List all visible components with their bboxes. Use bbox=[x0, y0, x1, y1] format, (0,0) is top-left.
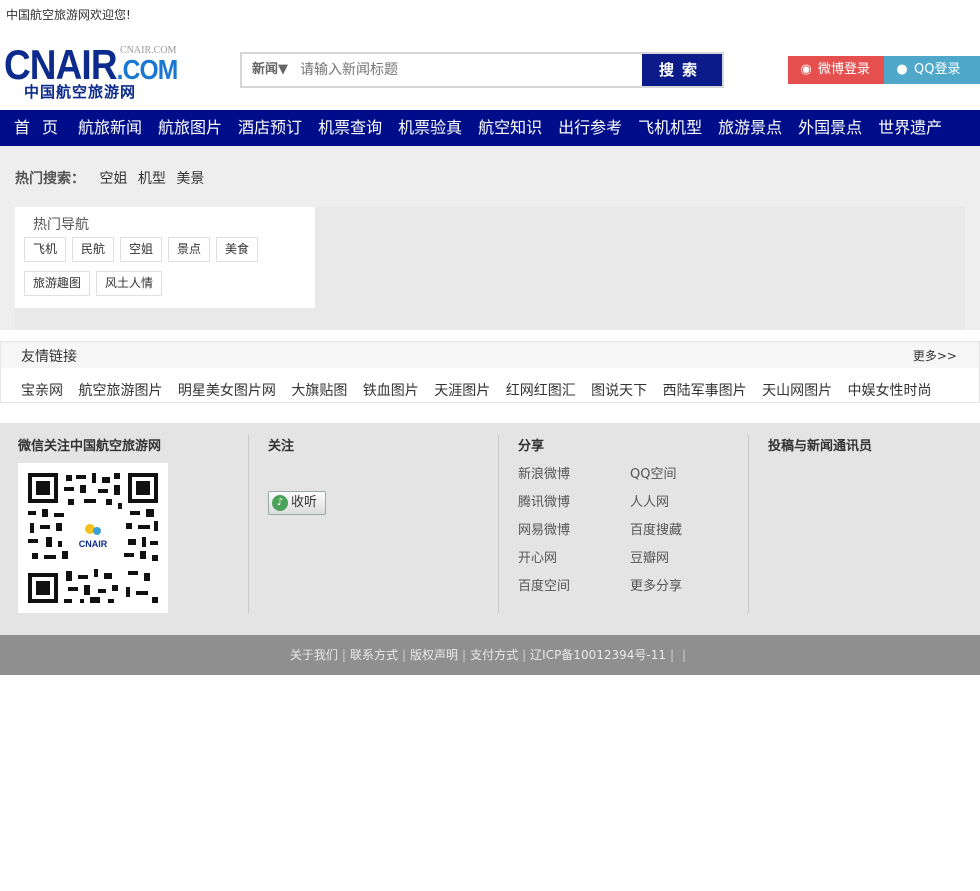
share-link-more[interactable]: 更多分享 bbox=[630, 575, 682, 594]
share-link-douban[interactable]: 豆瓣网 bbox=[630, 547, 669, 566]
share-link-baidu-bookmark[interactable]: 百度搜藏 bbox=[630, 519, 682, 538]
footer: 微信关注中国航空旅游网 CNAIR 关注 ♪ 收听 分享 新浪微博 QQ空间 腾… bbox=[0, 423, 980, 635]
nav-item-world-heritage[interactable]: 世界遗产 bbox=[870, 110, 950, 146]
bottom-separator: | bbox=[462, 648, 467, 662]
logo-small: CNAIR.COM bbox=[120, 45, 177, 56]
footer-divider bbox=[498, 435, 499, 613]
follow-title: 关注 bbox=[268, 439, 295, 454]
hot-nav-tag[interactable]: 飞机 bbox=[24, 237, 67, 262]
weibo-icon: ◉ bbox=[800, 62, 812, 77]
friend-link[interactable]: 中娱女性时尚 bbox=[848, 383, 932, 399]
wechat-qr-code: CNAIR bbox=[18, 463, 168, 613]
search-button[interactable]: 搜索 bbox=[642, 54, 722, 86]
friend-link[interactable]: 宝亲网 bbox=[21, 383, 63, 399]
friend-link[interactable]: 天涯图片 bbox=[434, 383, 490, 399]
hot-nav-tag[interactable]: 民航 bbox=[72, 237, 115, 262]
hot-nav-tag[interactable]: 风土人情 bbox=[96, 271, 163, 296]
footer-share: 分享 新浪微博 QQ空间 腾讯微博 人人网 网易微博 百度搜藏 开心网 豆瓣网 … bbox=[518, 435, 738, 613]
friend-links-header: 友情链接 更多>> bbox=[1, 342, 979, 368]
share-link-renren[interactable]: 人人网 bbox=[630, 491, 669, 510]
footer-divider bbox=[248, 435, 249, 613]
share-title: 分享 bbox=[518, 439, 545, 454]
bottom-bar: 关于我们 | 联系方式 | 版权声明 | 支付方式 | 辽ICP备10012394号-11 | | bbox=[0, 635, 980, 675]
listen-icon: ♪ bbox=[272, 495, 288, 511]
hot-search-item[interactable]: 机型 bbox=[138, 171, 166, 187]
footer-contribute: 投稿与新闻通讯员 bbox=[768, 435, 968, 613]
hot-search-label: 热门搜索： bbox=[15, 171, 85, 187]
search-input[interactable] bbox=[300, 57, 630, 83]
share-link-kaixin[interactable]: 开心网 bbox=[518, 547, 557, 566]
qq-login-button[interactable]: ● QQ登录 bbox=[884, 56, 980, 84]
friend-link[interactable]: 大旗贴图 bbox=[291, 383, 347, 399]
hot-nav-panel: 热门导航 飞机 民航 空姐 景点 美食 旅游趣图 风土人情 bbox=[15, 207, 315, 308]
site-logo[interactable]: CNAIR.COM CNAIR.COM 中国航空旅游网 bbox=[4, 43, 184, 102]
friend-links-title: 友情链接 bbox=[21, 349, 77, 365]
welcome-text: 中国航空旅游网欢迎您! bbox=[6, 8, 131, 22]
footer-divider bbox=[748, 435, 749, 613]
logo-cn: 中国航空旅游网 bbox=[24, 83, 137, 101]
hot-nav-tag[interactable]: 旅游趣图 bbox=[24, 271, 91, 296]
search-category-select[interactable]: 新闻▼ bbox=[252, 54, 288, 86]
wechat-title: 微信关注中国航空旅游网 bbox=[18, 439, 162, 454]
nav-item-photos[interactable]: 航旅图片 bbox=[150, 110, 230, 146]
contact-link[interactable]: 联系方式 bbox=[350, 648, 398, 662]
nav-item-attractions[interactable]: 旅游景点 bbox=[710, 110, 790, 146]
nav-item-news[interactable]: 航旅新闻 bbox=[70, 110, 150, 146]
hot-nav-tag[interactable]: 美食 bbox=[216, 237, 259, 262]
bottom-separator: | bbox=[670, 648, 675, 662]
contribute-title: 投稿与新闻通讯员 bbox=[768, 439, 873, 454]
main-nav: 首页 航旅新闻 航旅图片 酒店预订 机票查询 机票验真 航空知识 出行参考 飞机… bbox=[0, 110, 980, 146]
about-us-link[interactable]: 关于我们 bbox=[290, 648, 338, 662]
qq-icon: ● bbox=[896, 62, 908, 77]
hot-nav-tag[interactable]: 空姐 bbox=[120, 237, 163, 262]
nav-item-foreign-attractions[interactable]: 外国景点 bbox=[790, 110, 870, 146]
nav-item-ticket-search[interactable]: 机票查询 bbox=[310, 110, 390, 146]
header: CNAIR.COM CNAIR.COM 中国航空旅游网 新闻▼ 搜索 ◉微博登录… bbox=[0, 30, 980, 110]
hot-nav-tag[interactable]: 景点 bbox=[168, 237, 211, 262]
nav-item-travel-reference[interactable]: 出行参考 bbox=[550, 110, 630, 146]
icp-link[interactable]: 辽ICP备10012394号-11 bbox=[530, 648, 666, 662]
bottom-separator: | bbox=[682, 648, 687, 662]
nav-item-home[interactable]: 首页 bbox=[6, 110, 70, 146]
friend-links-row: 宝亲网 航空旅游图片 明星美女图片网 大旗贴图 铁血图片 天涯图片 红网红图汇 … bbox=[21, 380, 943, 400]
weibo-login-button[interactable]: ◉ 微博登录 bbox=[788, 56, 884, 84]
search-box: 新闻▼ 搜索 bbox=[240, 52, 724, 88]
nav-item-hotel[interactable]: 酒店预订 bbox=[230, 110, 310, 146]
bottom-separator: | bbox=[401, 648, 407, 662]
friend-link[interactable]: 西陆军事图片 bbox=[663, 383, 747, 399]
friend-link[interactable]: 天山网图片 bbox=[762, 383, 832, 399]
share-link-tencent-weibo[interactable]: 腾讯微博 bbox=[518, 491, 570, 510]
listen-button[interactable]: ♪ 收听 bbox=[268, 491, 326, 515]
hot-search-item[interactable]: 空姐 bbox=[99, 171, 127, 187]
nav-item-ticket-verify[interactable]: 机票验真 bbox=[390, 110, 470, 146]
share-link-qzone[interactable]: QQ空间 bbox=[630, 463, 676, 482]
friend-links: 友情链接 更多>> 宝亲网 航空旅游图片 明星美女图片网 大旗贴图 铁血图片 天… bbox=[0, 341, 980, 403]
qr-logo-text: CNAIR bbox=[79, 539, 108, 549]
friend-link[interactable]: 红网红图汇 bbox=[506, 383, 576, 399]
nav-item-aviation-knowledge[interactable]: 航空知识 bbox=[470, 110, 550, 146]
bottom-separator: | bbox=[341, 648, 346, 662]
friend-link[interactable]: 明星美女图片网 bbox=[178, 383, 276, 399]
hot-section: 热门搜索： 空姐 机型 美景 热门导航 飞机 民航 空姐 景点 美食 旅游趣图 … bbox=[0, 146, 980, 330]
share-link-sina-weibo[interactable]: 新浪微博 bbox=[518, 463, 570, 482]
share-link-baidu-space[interactable]: 百度空间 bbox=[518, 575, 570, 594]
friend-link[interactable]: 图说天下 bbox=[591, 383, 647, 399]
friend-link[interactable]: 铁血图片 bbox=[363, 383, 419, 399]
footer-wechat: 微信关注中国航空旅游网 CNAIR bbox=[18, 435, 238, 613]
hot-search: 热门搜索： 空姐 机型 美景 bbox=[15, 168, 210, 188]
nav-item-aircraft-models[interactable]: 飞机机型 bbox=[630, 110, 710, 146]
payment-link[interactable]: 支付方式 bbox=[470, 648, 518, 662]
hot-search-item[interactable]: 美景 bbox=[176, 171, 204, 187]
footer-follow: 关注 ♪ 收听 bbox=[268, 435, 488, 613]
more-links-link[interactable]: 更多>> bbox=[913, 347, 957, 364]
bottom-separator: | bbox=[522, 648, 527, 662]
copyright-link[interactable]: 版权声明 bbox=[410, 648, 458, 662]
friend-link[interactable]: 航空旅游图片 bbox=[78, 383, 162, 399]
share-link-netease-weibo[interactable]: 网易微博 bbox=[518, 519, 570, 538]
hot-nav-title: 热门导航 bbox=[33, 217, 89, 233]
